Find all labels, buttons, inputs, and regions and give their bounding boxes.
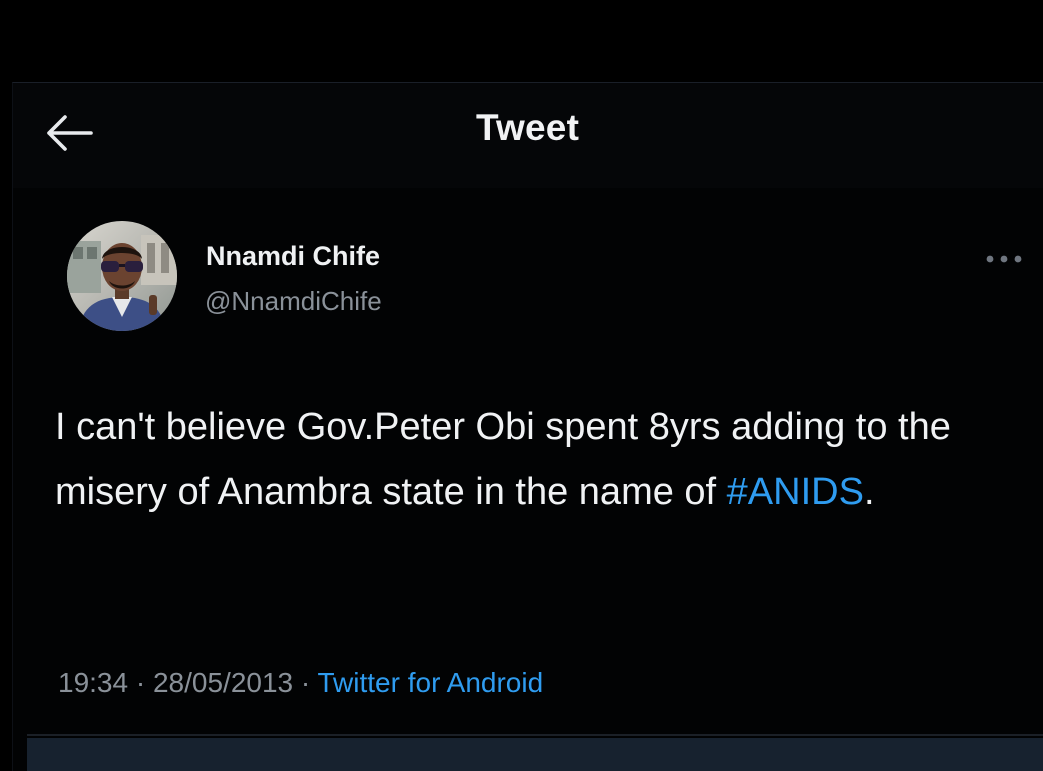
meta-separator: · xyxy=(128,667,153,698)
tweet-source-link[interactable]: Twitter for Android xyxy=(318,667,544,698)
screenshot-frame: Tweet Nnamdi Chife @NnamdiChife I can't … xyxy=(0,0,1043,771)
tweet-text-end: . xyxy=(863,471,875,513)
divider xyxy=(27,734,1043,736)
more-options-button[interactable] xyxy=(981,245,1027,273)
profile-photo xyxy=(67,221,177,331)
more-horizontal-icon xyxy=(986,255,1022,263)
tweet-time: 19:34 xyxy=(58,667,129,698)
tweet-metadata: 19:34 · 28/05/2013 · Twitter for Android xyxy=(58,667,543,699)
author-handle[interactable]: @NnamdiChife xyxy=(205,286,382,317)
hashtag-link[interactable]: #ANIDS xyxy=(727,471,864,513)
author-display-name[interactable]: Nnamdi Chife xyxy=(206,241,380,272)
arrow-left-icon xyxy=(47,115,93,151)
page-title: Tweet xyxy=(476,107,580,148)
engagement-bar xyxy=(27,738,1043,771)
avatar[interactable] xyxy=(67,221,177,331)
tweet-date: 28/05/2013 xyxy=(152,667,294,698)
back-button[interactable] xyxy=(41,109,97,157)
meta-separator: · xyxy=(293,667,318,698)
tweet-text: I can't believe Gov.Peter Obi spent 8yrs… xyxy=(55,395,1015,525)
tweet-detail-screen: Tweet Nnamdi Chife @NnamdiChife I can't … xyxy=(12,82,1043,771)
top-app-bar: Tweet xyxy=(13,83,1043,188)
